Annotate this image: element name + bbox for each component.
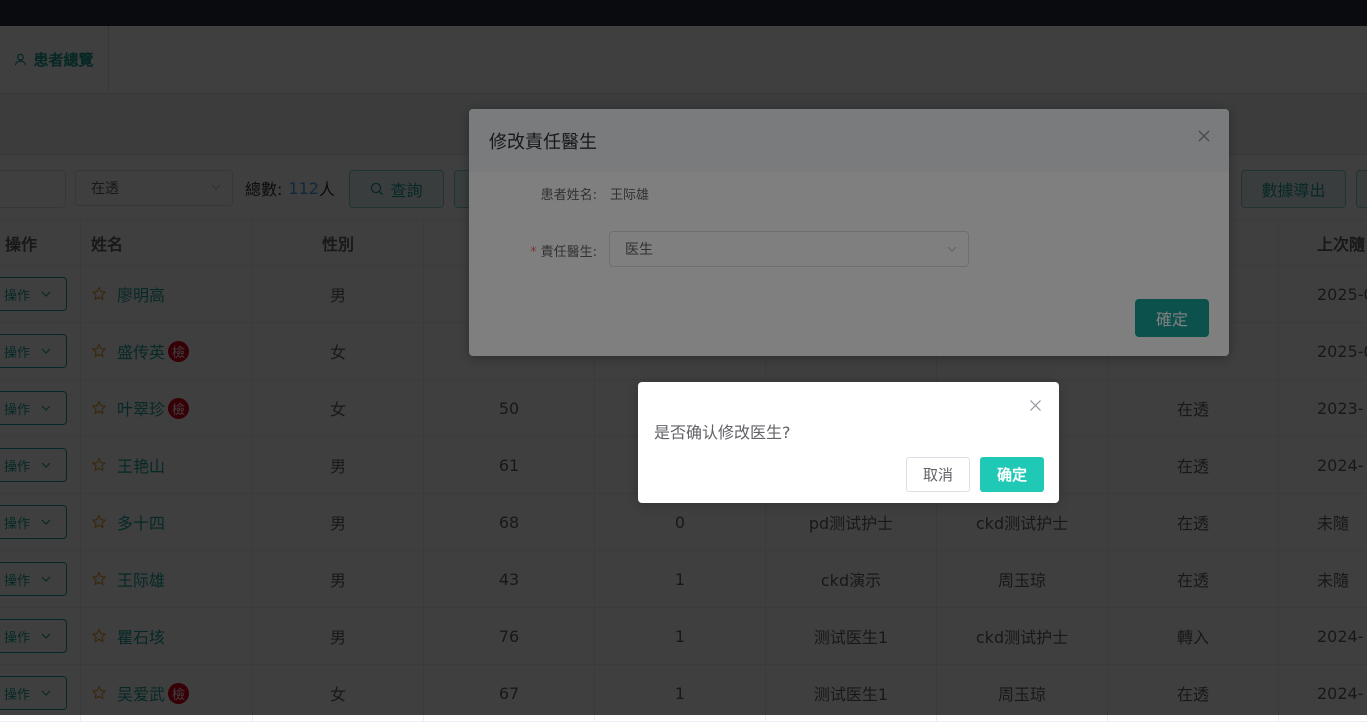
confirm-overlay[interactable] bbox=[0, 0, 1367, 715]
close-icon[interactable] bbox=[1029, 399, 1042, 412]
cancel-button[interactable]: 取消 bbox=[906, 457, 970, 492]
ok-button[interactable]: 确定 bbox=[980, 457, 1044, 492]
confirm-message: 是否确认修改医生? bbox=[654, 423, 791, 442]
confirm-message-box: 是否确认修改医生? 取消 确定 bbox=[638, 382, 1059, 503]
